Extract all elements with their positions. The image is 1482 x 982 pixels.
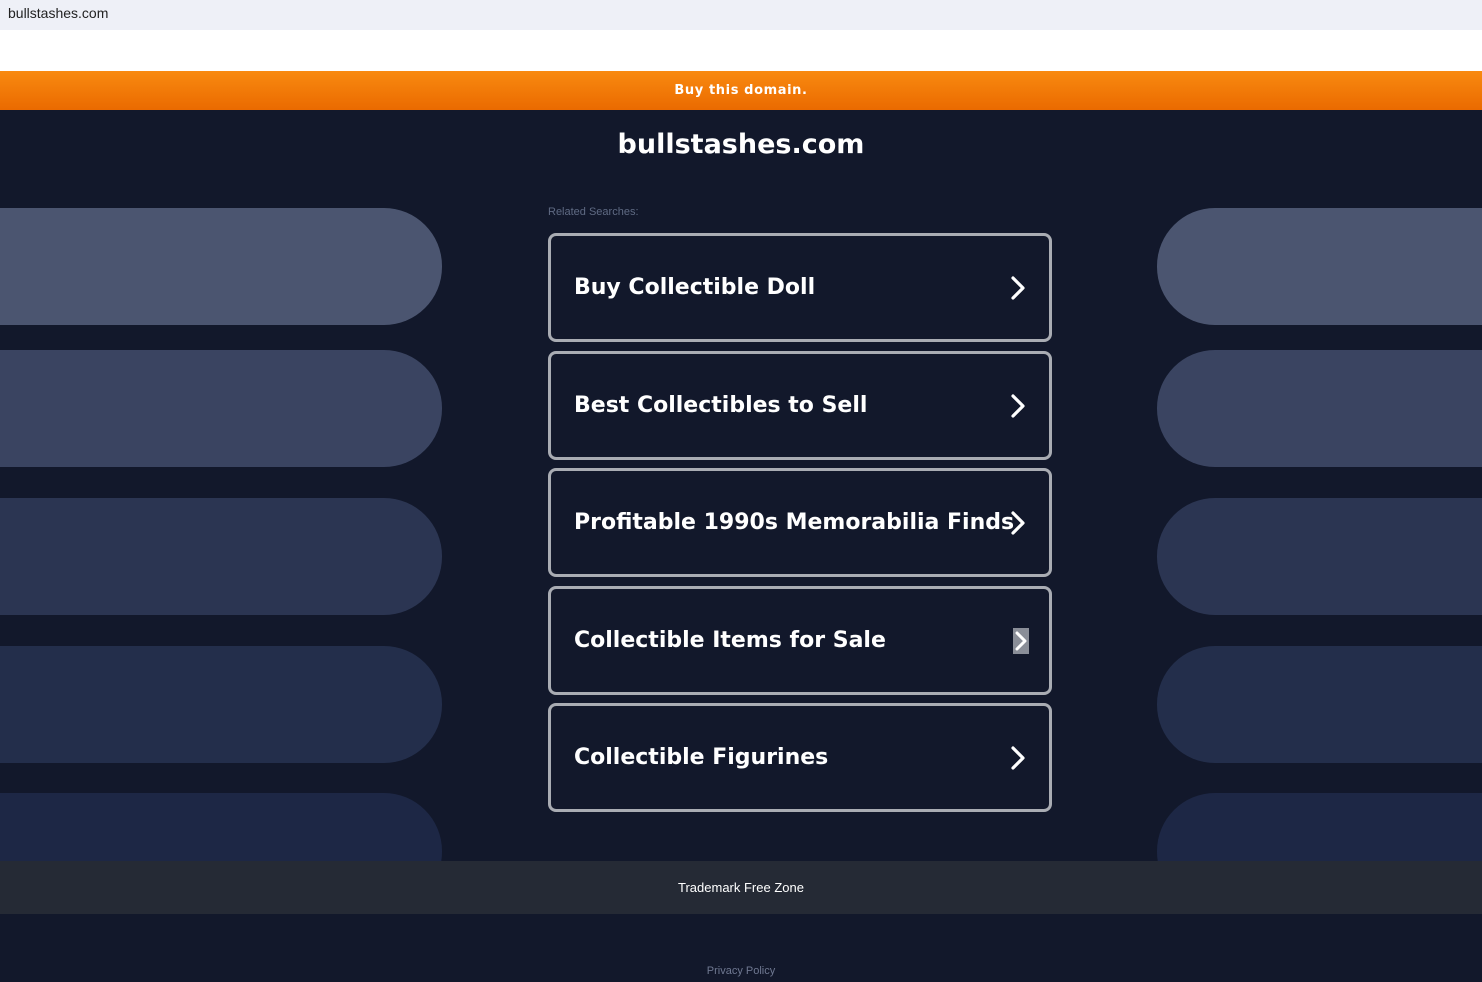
decorative-pill (0, 646, 442, 763)
privacy-policy-link[interactable]: Privacy Policy (0, 965, 1482, 977)
chevron-right-icon (1007, 392, 1029, 420)
related-searches-label: Related Searches: (548, 206, 639, 218)
related-search-link[interactable]: Collectible Items for Sale (548, 586, 1052, 695)
decorative-pill (1157, 350, 1482, 467)
buy-domain-link[interactable]: Buy this domain. (674, 83, 807, 98)
trademark-free-zone-text: Trademark Free Zone (678, 880, 804, 895)
domain-title: bullstashes.com (617, 129, 865, 160)
decorative-pill (1157, 498, 1482, 615)
related-search-link[interactable]: Best Collectibles to Sell (548, 351, 1052, 460)
related-search-label: Profitable 1990s Memorabilia Finds (574, 510, 1015, 535)
decorative-pill (1157, 208, 1482, 325)
blank-strip (0, 30, 1482, 71)
buy-domain-banner[interactable]: Buy this domain. (0, 71, 1482, 110)
related-search-link[interactable]: Profitable 1990s Memorabilia Finds (548, 468, 1052, 577)
related-search-label: Collectible Figurines (574, 745, 829, 770)
related-search-label: Buy Collectible Doll (574, 275, 816, 300)
decorative-pill (0, 498, 442, 615)
main-content: bullstashes.com Related Searches: Buy Co… (0, 110, 1482, 861)
chevron-right-icon (1007, 274, 1029, 302)
related-search-link[interactable]: Collectible Figurines (548, 703, 1052, 812)
decorative-pill (0, 793, 442, 861)
related-search-link[interactable]: Buy Collectible Doll (548, 233, 1052, 342)
decorative-pill (0, 350, 442, 467)
tab-title[interactable]: bullstashes.com (8, 5, 108, 21)
chevron-right-icon (1013, 627, 1029, 654)
chevron-right-icon (1007, 509, 1029, 537)
chevron-right-icon (1007, 744, 1029, 772)
related-search-label: Collectible Items for Sale (574, 628, 886, 653)
footer-bar: Trademark Free Zone (0, 861, 1482, 914)
decorative-pill (1157, 646, 1482, 763)
decorative-pill (1157, 793, 1482, 861)
related-search-label: Best Collectibles to Sell (574, 393, 868, 418)
browser-tab-bar: bullstashes.com (0, 0, 1482, 30)
decorative-pill (0, 208, 442, 325)
